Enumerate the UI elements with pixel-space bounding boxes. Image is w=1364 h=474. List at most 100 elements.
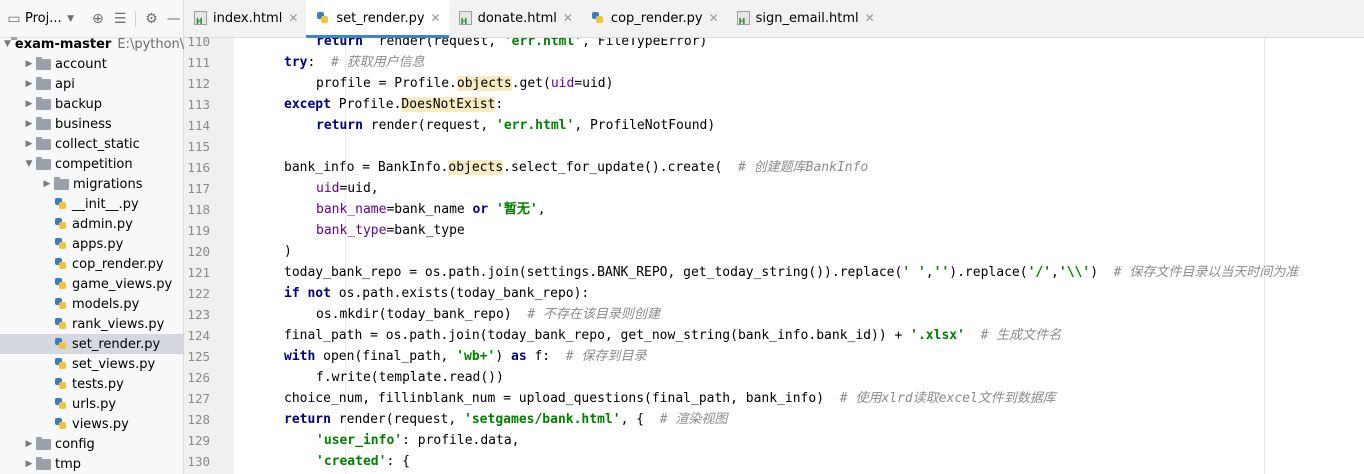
- code-line: os.mkdir(today_bank_repo) # 不存在该目录则创建: [316, 304, 660, 325]
- tree-item-account[interactable]: ▶ account: [0, 54, 184, 74]
- project-panel: ▭ Proj... ▼ ⊕ ☰ ⚙ — ▼ exam-master E:\pyt…: [0, 0, 184, 474]
- python-file-icon: [54, 297, 68, 311]
- python-file-icon: [54, 197, 68, 211]
- gear-icon[interactable]: ⚙: [142, 8, 160, 30]
- chevron-right-icon[interactable]: ▶: [22, 79, 36, 89]
- tree-item-game-views-py[interactable]: game_views.py: [0, 274, 184, 294]
- code-token: bank_info = BankInfo.: [284, 160, 449, 175]
- python-file-icon: [54, 217, 68, 231]
- tree-item-collect-static[interactable]: ▶ collect_static: [0, 134, 184, 154]
- chevron-down-icon[interactable]: ▼: [22, 159, 36, 169]
- folder-icon: [36, 96, 51, 110]
- tree-item-cop-render-py[interactable]: cop_render.py: [0, 254, 184, 274]
- folder-icon: [36, 56, 51, 70]
- code-editor[interactable]: 110 111 112 113 114 115 116 117 118 119 120 121 122 1…: [184, 34, 1364, 474]
- code-token: :: [307, 55, 331, 70]
- tree-item-label: backup: [55, 96, 102, 112]
- code-string: 'err.html': [496, 118, 575, 133]
- chevron-right-icon[interactable]: ▶: [40, 179, 54, 189]
- tree-item-label: tests.py: [72, 376, 124, 392]
- tree-item-api[interactable]: ▶ api: [0, 74, 184, 94]
- code-string: '\\': [1058, 265, 1091, 280]
- code-string: '/': [1027, 265, 1052, 280]
- python-file-icon: [54, 337, 68, 351]
- tree-item-set-views-py[interactable]: set_views.py: [0, 354, 184, 374]
- close-icon[interactable]: ✕: [288, 11, 298, 25]
- tree-item-apps-py[interactable]: apps.py: [0, 234, 184, 254]
- tree-item-config[interactable]: ▶ config: [0, 434, 184, 454]
- code-line: return render(request, 'err.html', FileT…: [316, 38, 707, 52]
- tree-item-business[interactable]: ▶ business: [0, 114, 184, 134]
- tree-item-label: migrations: [73, 176, 143, 192]
- tree-item-tests-py[interactable]: tests.py: [0, 374, 184, 394]
- code-token: ,: [1051, 265, 1059, 280]
- close-icon[interactable]: ✕: [431, 11, 441, 25]
- chevron-down-icon: ▼: [67, 13, 75, 24]
- close-icon[interactable]: ✕: [563, 11, 573, 25]
- code-string: 'err.html': [503, 38, 583, 49]
- tree-item-competition[interactable]: ▼ competition: [0, 154, 184, 174]
- tab-set-render-py[interactable]: set_render.py ✕: [306, 0, 449, 38]
- chevron-right-icon[interactable]: ▶: [22, 59, 36, 69]
- code-token: =bank_name: [386, 202, 473, 217]
- tree-item-models-py[interactable]: models.py: [0, 294, 184, 314]
- code-comment: # 不存在该目录则创建: [527, 307, 660, 322]
- code-token: bank_type: [316, 223, 387, 238]
- tree-item-views-py[interactable]: views.py: [0, 414, 184, 434]
- folder-icon: [54, 176, 69, 190]
- code-area[interactable]: return render(request, 'err.html', FileT…: [234, 38, 1364, 474]
- tree-item-admin-py[interactable]: admin.py: [0, 214, 184, 234]
- code-line: 'user_info': profile.data,: [316, 430, 520, 451]
- code-keyword: as: [511, 349, 527, 364]
- collapse-all-icon[interactable]: ☰: [111, 8, 129, 30]
- chevron-down-icon[interactable]: ▼: [4, 39, 11, 49]
- code-string: '.xlsx': [910, 328, 965, 343]
- tree-item-tmp[interactable]: ▶ tmp: [0, 454, 184, 474]
- chevron-right-icon[interactable]: ▶: [22, 439, 36, 449]
- tab-cop-render-py[interactable]: cop_render.py ✕: [581, 0, 727, 37]
- line-number-gutter: 110 111 112 113 114 115 116 117 118 119 120 121 122 1…: [184, 34, 234, 474]
- minimize-icon[interactable]: —: [165, 8, 183, 30]
- project-view-selector[interactable]: ▭ Proj... ▼: [6, 8, 77, 30]
- tab-index-html[interactable]: index.html ✕: [184, 0, 306, 37]
- tree-item-migrations[interactable]: ▶ migrations: [0, 174, 184, 194]
- tree-item-init-py[interactable]: __init__.py: [0, 194, 184, 214]
- code-line: return render(request, 'setgames/bank.ht…: [284, 409, 727, 430]
- python-file-icon: [54, 357, 68, 371]
- close-icon[interactable]: ✕: [709, 11, 719, 25]
- code-token: ,: [925, 265, 934, 280]
- python-file-icon: [316, 11, 330, 25]
- code-token: uid: [316, 181, 340, 196]
- code-token: DoesNotExist: [401, 97, 496, 112]
- tree-item-label: admin.py: [72, 216, 133, 232]
- code-line: f.write(template.read()): [316, 367, 504, 388]
- code-token: Profile.: [330, 97, 402, 112]
- code-line: choice_num, fillinblank_num = upload_que…: [284, 388, 1056, 409]
- tree-item-set-render-py[interactable]: set_render.py: [0, 334, 184, 354]
- locate-icon[interactable]: ⊕: [89, 8, 107, 30]
- code-token: open(final_path,: [315, 349, 457, 364]
- html-file-icon: [194, 11, 207, 26]
- python-file-icon: [54, 377, 68, 391]
- tab-sign-email-html[interactable]: sign_email.html ✕: [727, 0, 883, 37]
- code-line: 'created': {: [316, 451, 410, 472]
- tree-item-rank-views-py[interactable]: rank_views.py: [0, 314, 184, 334]
- chevron-right-icon[interactable]: ▶: [22, 119, 36, 129]
- close-icon[interactable]: ✕: [865, 11, 875, 25]
- tree-item-backup[interactable]: ▶ backup: [0, 94, 184, 114]
- code-keyword: with: [284, 349, 316, 364]
- tab-donate-html[interactable]: donate.html ✕: [449, 0, 581, 37]
- code-token: objects: [448, 160, 504, 175]
- tree-root[interactable]: ▼ exam-master E:\python\: [0, 34, 184, 54]
- code-keyword: return: [284, 412, 331, 427]
- code-token: , FileTypeError): [582, 38, 708, 49]
- tree-item-label: config: [55, 436, 95, 452]
- chevron-right-icon[interactable]: ▶: [22, 139, 36, 149]
- folder-icon: [36, 436, 51, 450]
- python-file-icon: [54, 417, 68, 431]
- chevron-right-icon[interactable]: ▶: [22, 99, 36, 109]
- chevron-right-icon[interactable]: ▶: [22, 459, 36, 469]
- code-token: =bank_type: [386, 223, 465, 238]
- line-number: 126: [187, 370, 210, 385]
- tree-item-urls-py[interactable]: urls.py: [0, 394, 184, 414]
